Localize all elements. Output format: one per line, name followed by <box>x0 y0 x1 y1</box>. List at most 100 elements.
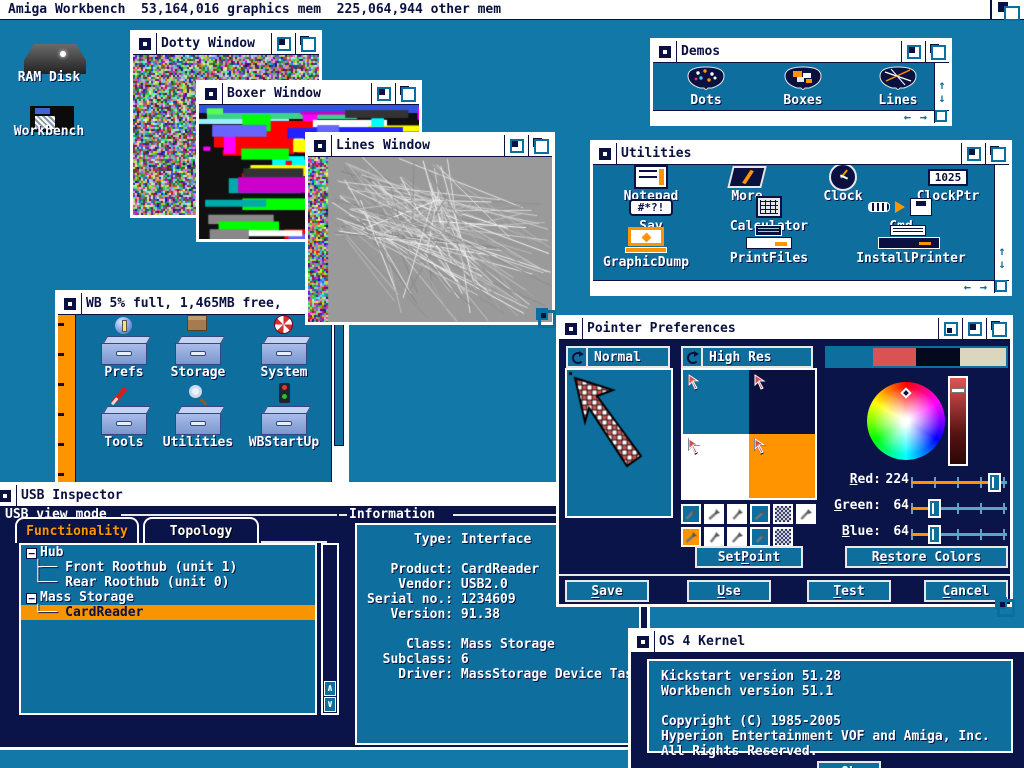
horizontal-scrollbar[interactable]: ← → <box>653 110 934 123</box>
graphicdump-icon[interactable] <box>625 227 667 253</box>
set-point-button[interactable]: Set Point <box>695 546 803 568</box>
lines-titlebar[interactable]: Lines Window <box>308 135 552 157</box>
zoom-icon[interactable] <box>961 143 985 164</box>
calculator-icon[interactable] <box>756 196 782 218</box>
boxer-titlebar[interactable]: Boxer Window <box>199 83 419 105</box>
restore-colors-button[interactable]: Restore Colors <box>845 546 1008 568</box>
scroll-left-icon[interactable]: ← <box>963 281 972 293</box>
close-icon[interactable] <box>133 33 157 54</box>
use-button[interactable]: Use <box>687 580 771 602</box>
palette-swatch[interactable] <box>960 348 1006 366</box>
installprinter-icon[interactable] <box>878 225 944 249</box>
scroll-down-icon[interactable]: ↓ <box>935 92 949 105</box>
depth-icon[interactable] <box>985 143 1009 164</box>
pointer-prefs-titlebar[interactable]: Pointer Preferences <box>559 318 1010 340</box>
brightness-slider[interactable] <box>948 376 968 466</box>
tree-item-cardreader-selected[interactable]: └── CardReader <box>21 605 315 620</box>
wb-right-scrollbar[interactable] <box>331 315 346 487</box>
test-button[interactable]: Test <box>807 580 891 602</box>
close-icon[interactable] <box>0 485 17 506</box>
brightness-knob[interactable] <box>951 388 965 393</box>
tree-scrollbar[interactable]: ∧ ∨ <box>321 543 339 715</box>
close-icon[interactable] <box>308 135 332 156</box>
depth-icon[interactable] <box>295 33 319 54</box>
collapse-icon[interactable]: − <box>26 593 37 604</box>
save-button[interactable]: Save <box>565 580 649 602</box>
palette-strip[interactable] <box>825 346 1008 368</box>
drawer-icon-system[interactable] <box>259 327 309 365</box>
palette-swatch[interactable] <box>916 348 960 366</box>
tree-item-rear-roothub[interactable]: └── Rear Roothub (unit 0) <box>21 575 315 590</box>
dots-demo-icon[interactable] <box>684 64 728 92</box>
boxes-demo-icon[interactable] <box>781 64 825 92</box>
close-icon[interactable] <box>199 83 223 104</box>
zoom-icon[interactable] <box>371 83 395 104</box>
say-icon[interactable]: #*?! <box>629 199 673 216</box>
tree-item-hub[interactable]: −Hub <box>21 545 315 560</box>
tab-functionality[interactable]: Functionality <box>15 517 139 543</box>
drawer-icon-utilities[interactable] <box>173 397 223 435</box>
tab-topology[interactable]: Topology <box>143 517 259 543</box>
drawer-icon-tools[interactable] <box>99 397 149 435</box>
vertical-scrollbar[interactable]: ↑ ↓ <box>934 63 949 110</box>
scroll-up-icon[interactable]: ∧ <box>324 681 336 696</box>
vertical-scrollbar[interactable]: ↑ ↓ <box>994 165 1009 280</box>
horizontal-scrollbar[interactable]: ← → <box>593 280 994 293</box>
tree-item-mass-storage[interactable]: −Mass Storage <box>21 590 315 605</box>
scroll-down-icon[interactable]: ∨ <box>324 697 336 712</box>
zoom-icon[interactable] <box>504 135 528 156</box>
clockptr-icon[interactable]: 1025 <box>928 169 968 186</box>
drawer-icon-prefs[interactable] <box>99 327 149 365</box>
scroll-left-icon[interactable]: ← <box>903 111 912 123</box>
scroll-right-icon[interactable]: → <box>979 281 988 293</box>
more-icon[interactable] <box>727 166 766 188</box>
kernel-titlebar[interactable]: OS 4 Kernel <box>631 631 1024 653</box>
dotty-titlebar[interactable]: Dotty Window <box>133 33 319 55</box>
scrollbar-thumb[interactable] <box>334 318 344 446</box>
pointer-type-cycle[interactable]: Normal <box>566 346 670 368</box>
green-slider[interactable] <box>911 507 1007 510</box>
utilities-titlebar[interactable]: Utilities <box>593 143 1009 165</box>
demos-titlebar[interactable]: Demos <box>653 41 949 63</box>
slider-knob[interactable] <box>988 473 1001 492</box>
drawer-icon-storage[interactable] <box>173 327 223 365</box>
screen-title-bar[interactable]: Amiga Workbench 53,164,016 graphics mem … <box>0 0 1024 20</box>
scroll-down-icon[interactable]: ↓ <box>995 258 1009 271</box>
lines-demo-icon[interactable] <box>876 64 920 92</box>
close-icon[interactable] <box>58 293 82 314</box>
resize-icon[interactable] <box>934 110 949 123</box>
palette-swatch[interactable] <box>827 348 873 366</box>
scroll-right-icon[interactable]: → <box>919 111 928 123</box>
close-icon[interactable] <box>559 318 583 339</box>
depth-icon[interactable] <box>395 83 419 104</box>
color-wheel[interactable] <box>867 382 945 460</box>
depth-icon[interactable] <box>925 41 949 62</box>
close-icon[interactable] <box>631 631 655 652</box>
close-icon[interactable] <box>653 41 677 62</box>
collapse-icon[interactable]: − <box>26 548 37 559</box>
resize-icon[interactable] <box>995 597 1015 617</box>
wb-left-scrollbar[interactable] <box>58 315 76 487</box>
blue-slider[interactable] <box>911 533 1007 536</box>
ok-button[interactable]: Ok <box>817 761 881 768</box>
palette-swatch[interactable] <box>873 348 916 366</box>
resolution-cycle[interactable]: High Res <box>681 346 813 368</box>
notepad-icon[interactable] <box>634 165 668 189</box>
resize-icon[interactable] <box>994 280 1009 293</box>
tree-item-front-roothub[interactable]: ├── Front Roothub (unit 1) <box>21 560 315 575</box>
zoom-icon[interactable] <box>271 33 295 54</box>
slider-knob[interactable] <box>928 525 941 544</box>
close-icon[interactable] <box>593 143 617 164</box>
drawer-icon-wbstartup[interactable] <box>259 397 309 435</box>
wb-titlebar[interactable]: WB 5% full, 1,465MB free, <box>58 293 346 315</box>
cmd-icon[interactable] <box>868 197 934 217</box>
resize-icon[interactable] <box>536 308 556 328</box>
printfiles-icon[interactable] <box>746 225 792 249</box>
depth-icon[interactable] <box>986 318 1010 339</box>
zoom-icon[interactable] <box>901 41 925 62</box>
usb-titlebar[interactable]: USB Inspector <box>0 485 647 507</box>
screen-depth-gadget[interactable] <box>990 0 1024 19</box>
depth-icon[interactable] <box>528 135 552 156</box>
slider-knob[interactable] <box>928 499 941 518</box>
iconify-icon[interactable] <box>938 318 962 339</box>
